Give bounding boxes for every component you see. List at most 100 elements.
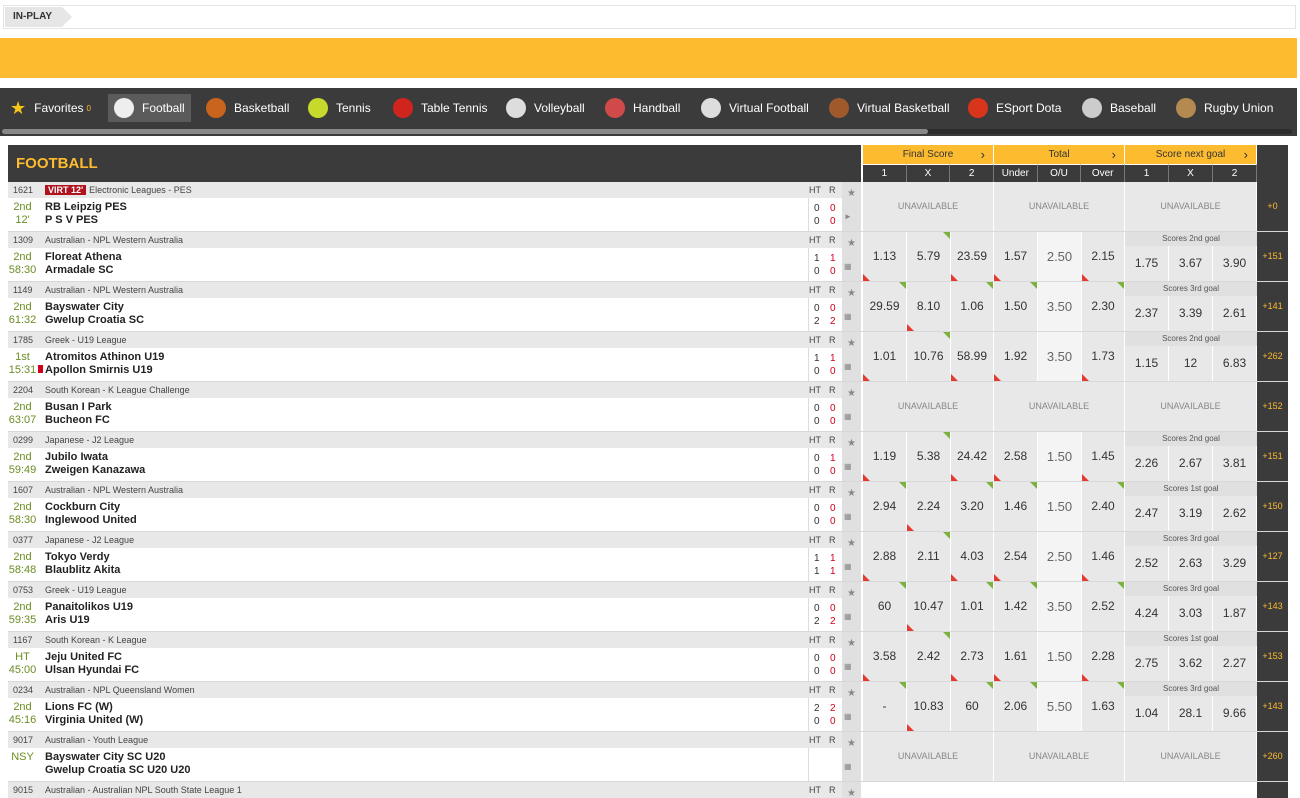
sport-tab-esport-dota[interactable]: ESport Dota: [962, 94, 1067, 122]
more-markets-button[interactable]: +0: [1257, 182, 1288, 231]
more-markets-button[interactable]: +143: [1257, 582, 1288, 631]
odds-total[interactable]: 1.50: [994, 282, 1038, 331]
star-icon[interactable]: ★: [847, 588, 856, 599]
odds-final-score[interactable]: 10.76: [907, 332, 951, 381]
breadcrumb-inplay[interactable]: IN-PLAY: [5, 7, 73, 27]
match-info[interactable]: 2nd 58:30 Cockburn City Inglewood United 0 0 0…: [8, 498, 842, 531]
odds-final-score[interactable]: 60: [863, 582, 907, 631]
sport-tab-table-tennis[interactable]: Table Tennis: [387, 94, 494, 122]
odds-final-score[interactable]: 2.88: [863, 532, 907, 581]
more-markets-button[interactable]: [1257, 782, 1288, 798]
odds-total[interactable]: 1.61: [994, 632, 1038, 681]
odds-final-score[interactable]: 2.94: [863, 482, 907, 531]
market-title[interactable]: Total ›: [994, 145, 1125, 164]
star-icon[interactable]: ★: [847, 338, 856, 349]
odds-final-score[interactable]: 2.11: [907, 532, 951, 581]
odds-next-goal[interactable]: 3.39: [1169, 296, 1213, 331]
market-title[interactable]: Final Score ›: [863, 145, 994, 164]
odds-total[interactable]: 1.46: [994, 482, 1038, 531]
star-icon[interactable]: ★: [847, 738, 856, 749]
odds-next-goal[interactable]: 2.62: [1213, 496, 1257, 531]
sport-tab-handball[interactable]: Handball: [599, 94, 686, 122]
odds-final-score[interactable]: 2.42: [907, 632, 951, 681]
odds-next-goal[interactable]: 2.63: [1169, 546, 1213, 581]
star-icon[interactable]: ★: [847, 438, 856, 449]
odds-final-score[interactable]: 2.73: [951, 632, 994, 681]
match-info[interactable]: 2nd 63:07 Busan I Park Bucheon FC 0 0 0 0: [8, 398, 842, 431]
match-info[interactable]: 2nd 59:35 Panaitolikos U19 Aris U19 0 2 0 2: [8, 598, 842, 631]
odds-final-score[interactable]: 3.20: [951, 482, 994, 531]
odds-next-goal[interactable]: 6.83: [1213, 346, 1257, 381]
odds-final-score[interactable]: 1.13: [863, 232, 907, 281]
odds-final-score[interactable]: 1.01: [951, 582, 994, 631]
more-markets-button[interactable]: +153: [1257, 632, 1288, 681]
odds-total[interactable]: 2.40: [1082, 482, 1125, 531]
odds-final-score[interactable]: 10.47: [907, 582, 951, 631]
match-info[interactable]: 2nd 45:16 Lions FC (W) Virginia United (W) 2…: [8, 698, 842, 731]
stats-icon[interactable]: ▦: [844, 412, 852, 421]
odds-final-score[interactable]: 24.42: [951, 432, 994, 481]
odds-next-goal[interactable]: 9.66: [1213, 696, 1257, 731]
chevron-right-icon[interactable]: ›: [1244, 145, 1248, 164]
odds-next-goal[interactable]: 28.1: [1169, 696, 1213, 731]
odds-total[interactable]: 2.06: [994, 682, 1038, 731]
odds-total[interactable]: 1.46: [1082, 532, 1125, 581]
more-markets-button[interactable]: +150: [1257, 482, 1288, 531]
star-icon[interactable]: ★: [847, 788, 856, 798]
odds-next-goal[interactable]: 3.81: [1213, 446, 1257, 481]
stats-icon[interactable]: ▦: [844, 362, 852, 371]
odds-next-goal[interactable]: 3.29: [1213, 546, 1257, 581]
stats-icon[interactable]: ▦: [844, 612, 852, 621]
odds-final-score[interactable]: 4.03: [951, 532, 994, 581]
sport-tab-favorites[interactable]: ★ Favorites 0: [4, 94, 97, 122]
more-markets-button[interactable]: +152: [1257, 382, 1288, 431]
odds-final-score[interactable]: -: [863, 682, 907, 731]
play-icon[interactable]: ►: [844, 212, 852, 221]
stats-icon[interactable]: ▦: [844, 762, 852, 771]
odds-next-goal[interactable]: 3.03: [1169, 596, 1213, 631]
odds-next-goal[interactable]: 1.15: [1125, 346, 1169, 381]
market-title[interactable]: Score next goal ›: [1125, 145, 1257, 164]
odds-final-score[interactable]: 5.79: [907, 232, 951, 281]
more-markets-button[interactable]: +151: [1257, 232, 1288, 281]
odds-next-goal[interactable]: 2.47: [1125, 496, 1169, 531]
odds-total[interactable]: 2.54: [994, 532, 1038, 581]
sport-tab-virtual-basketball[interactable]: Virtual Basketball: [823, 94, 956, 122]
star-icon[interactable]: ★: [847, 688, 856, 699]
stats-icon[interactable]: ▦: [844, 262, 852, 271]
more-markets-button[interactable]: +127: [1257, 532, 1288, 581]
odds-next-goal[interactable]: 2.26: [1125, 446, 1169, 481]
match-info[interactable]: HT 45:00 Jeju United FC Ulsan Hyundai FC 0 0 0…: [8, 648, 842, 681]
more-markets-button[interactable]: +260: [1257, 732, 1288, 781]
more-markets-button[interactable]: +143: [1257, 682, 1288, 731]
odds-next-goal[interactable]: 2.37: [1125, 296, 1169, 331]
odds-final-score[interactable]: 8.10: [907, 282, 951, 331]
chevron-right-icon[interactable]: ›: [1112, 145, 1116, 164]
stats-icon[interactable]: ▦: [844, 312, 852, 321]
odds-final-score[interactable]: 5.38: [907, 432, 951, 481]
odds-next-goal[interactable]: 3.90: [1213, 246, 1257, 281]
sport-tab-virtual-football[interactable]: Virtual Football: [695, 94, 815, 122]
chevron-right-icon[interactable]: ›: [981, 145, 985, 164]
match-info[interactable]: 2nd 58:48 Tokyo Verdy Blaublitz Akita 1 1 1 1: [8, 548, 842, 581]
more-markets-button[interactable]: +151: [1257, 432, 1288, 481]
sport-tab-basketball[interactable]: Basketball: [200, 94, 295, 122]
odds-next-goal[interactable]: 1.04: [1125, 696, 1169, 731]
sport-tab-football[interactable]: Football: [108, 94, 191, 122]
odds-final-score[interactable]: 29.59: [863, 282, 907, 331]
odds-next-goal[interactable]: 2.27: [1213, 646, 1257, 681]
odds-final-score[interactable]: 2.24: [907, 482, 951, 531]
odds-next-goal[interactable]: 1.75: [1125, 246, 1169, 281]
match-info[interactable]: 2nd 12' RB Leipzig PES P S V PES 0 0 0 0: [8, 198, 842, 231]
odds-final-score[interactable]: 1.19: [863, 432, 907, 481]
match-info[interactable]: 2nd 58:30 Floreat Athena Armadale SC 1 0 1 0: [8, 248, 842, 281]
odds-final-score[interactable]: 10.83: [907, 682, 951, 731]
odds-total[interactable]: 2.15: [1082, 232, 1125, 281]
odds-final-score[interactable]: 3.58: [863, 632, 907, 681]
odds-total[interactable]: 2.58: [994, 432, 1038, 481]
odds-total[interactable]: 1.42: [994, 582, 1038, 631]
sport-tab-tennis[interactable]: Tennis: [302, 94, 377, 122]
match-info[interactable]: 2nd 61:32 Bayswater City Gwelup Croatia SC 0…: [8, 298, 842, 331]
odds-next-goal[interactable]: 2.67: [1169, 446, 1213, 481]
odds-next-goal[interactable]: 3.62: [1169, 646, 1213, 681]
